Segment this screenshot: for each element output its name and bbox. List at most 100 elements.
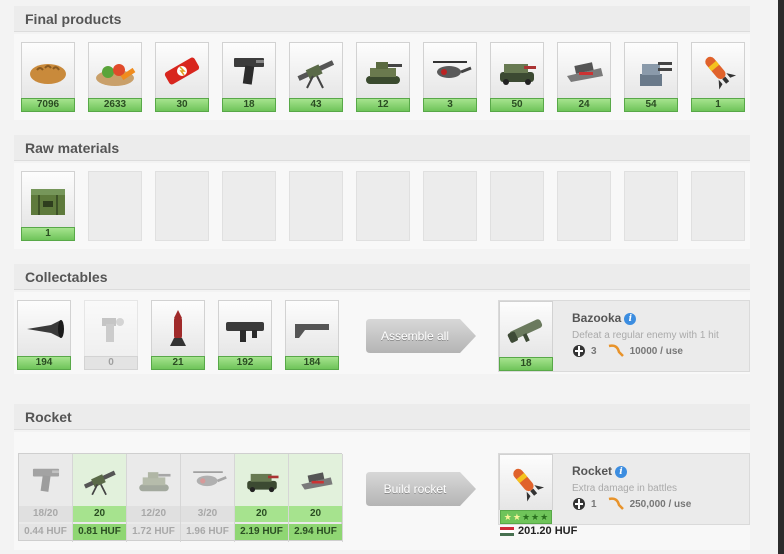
assemble-all-label: Assemble all: [380, 329, 450, 343]
bazooka-barrel-icon: [17, 300, 71, 356]
final-product-slot[interactable]: 3: [423, 42, 477, 112]
collectable-slot[interactable]: 0: [84, 300, 138, 370]
bazooka-count: 18: [499, 357, 553, 371]
final-product-slot[interactable]: 7096: [21, 42, 75, 112]
bazooka-stats: 3 10000 / use: [572, 344, 683, 358]
collectable-slot[interactable]: 184: [285, 300, 339, 370]
ammo-crate-icon: [21, 171, 75, 227]
uses-icon: [573, 345, 585, 357]
item-count: 50: [490, 98, 544, 112]
item-count: 18: [222, 98, 276, 112]
bazooka-price: 10000 / use: [629, 345, 683, 357]
final-product-slot[interactable]: 43: [289, 42, 343, 112]
raw-materials-panel: 1: [14, 163, 750, 249]
raw-material-slot[interactable]: 1: [21, 171, 75, 241]
turret-icon: [624, 42, 678, 98]
item-count: 0: [84, 356, 138, 370]
bazooka-icon: [499, 301, 553, 357]
part-price: 0.44 HUF: [19, 524, 72, 540]
armored-vehicle-icon: [490, 42, 544, 98]
pistol-icon: [222, 42, 276, 98]
item-count: 194: [17, 356, 71, 370]
assemble-all-button[interactable]: Assemble all: [366, 319, 476, 353]
rocket-parts-grid: 18/20 0.44 HUF 20 0.81 HUF 12/20 1.72 HUF 3/20…: [18, 453, 343, 542]
empty-slot: [289, 171, 343, 241]
final-product-slot[interactable]: 18: [222, 42, 276, 112]
build-rocket-button[interactable]: Build rocket: [366, 472, 476, 506]
empty-slot: [624, 171, 678, 241]
item-count: 21: [151, 356, 205, 370]
tank-icon: [127, 454, 180, 506]
rocket-part-cell[interactable]: 3/20 1.96 HUF: [181, 454, 235, 542]
star-icon: ★: [521, 511, 531, 522]
item-count: 24: [557, 98, 611, 112]
energy-bar-icon: [155, 42, 209, 98]
info-icon[interactable]: i: [615, 466, 628, 478]
final-product-slot[interactable]: 12: [356, 42, 410, 112]
rocket-part-cell[interactable]: 20 2.19 HUF: [235, 454, 289, 542]
part-progress: 18/20: [19, 506, 72, 522]
info-icon[interactable]: i: [624, 313, 637, 325]
price-icon: [608, 497, 624, 510]
collectables-header: Collectables: [14, 264, 750, 290]
collectables-panel: 194 0 21 192 184 Assemble all 18 Bazooka i De…: [14, 292, 750, 374]
hungary-flag-icon: [500, 526, 514, 536]
section-title: Raw materials: [25, 140, 120, 156]
item-count: 54: [624, 98, 678, 112]
build-rocket-label: Build rocket: [383, 482, 447, 496]
part-price: 0.81 HUF: [73, 524, 126, 540]
star-icon: ★: [540, 511, 549, 522]
rocket-reward-card: ★ ★ ★ ★ ★ Rocket i Extra damage in battles 1 …: [498, 453, 750, 525]
rocket-star-rating: ★ ★ ★ ★ ★: [500, 510, 552, 524]
rocket-total-price: 201.20 HUF: [500, 525, 577, 537]
empty-slot: [423, 171, 477, 241]
final-product-slot[interactable]: 30: [155, 42, 209, 112]
item-count: 184: [285, 356, 339, 370]
item-count: 30: [155, 98, 209, 112]
bazooka-grip-icon: [84, 300, 138, 356]
item-count: 3: [423, 98, 477, 112]
item-count: 7096: [21, 98, 75, 112]
part-progress: 12/20: [127, 506, 180, 522]
bazooka-uses: 3: [591, 345, 597, 357]
star-icon: ★: [503, 511, 512, 522]
final-product-slot[interactable]: 1: [691, 42, 745, 112]
rocket-title: Rocket i: [572, 464, 628, 478]
collectable-slot[interactable]: 21: [151, 300, 205, 370]
item-count: 43: [289, 98, 343, 112]
rocket-price: 250,000 / use: [629, 498, 692, 510]
section-title: Rocket: [25, 409, 72, 425]
final-product-slot[interactable]: 50: [490, 42, 544, 112]
part-price: 2.19 HUF: [235, 524, 288, 540]
uses-icon: [573, 498, 585, 510]
armored-vehicle-icon: [235, 454, 288, 506]
final-product-slot[interactable]: 54: [624, 42, 678, 112]
part-price: 1.96 HUF: [181, 524, 234, 540]
star-icon: ★: [531, 511, 540, 522]
rocket-description: Extra damage in battles: [572, 483, 678, 494]
collectable-slot[interactable]: 192: [218, 300, 272, 370]
helicopter-icon: [423, 42, 477, 98]
part-progress: 20: [289, 506, 342, 522]
final-products-panel: 7096 2633 30 18 43 12 3 50 24 54 1: [14, 34, 750, 120]
final-product-slot[interactable]: 2633: [88, 42, 142, 112]
rocket-slot[interactable]: ★ ★ ★ ★ ★: [499, 454, 553, 524]
bazooka-stock-icon: [285, 300, 339, 356]
rocket-total-price-value: 201.20 HUF: [518, 525, 578, 537]
final-products-header: Final products: [14, 6, 750, 32]
rocket-part-cell[interactable]: 12/20 1.72 HUF: [127, 454, 181, 542]
item-count: 2633: [88, 98, 142, 112]
star-icon: ★: [512, 511, 521, 522]
window-edge: [778, 0, 784, 554]
collectable-slot[interactable]: 194: [17, 300, 71, 370]
empty-slot: [691, 171, 745, 241]
bazooka-slot[interactable]: 18: [499, 301, 553, 371]
empty-slot: [557, 171, 611, 241]
rocket-part-cell[interactable]: 18/20 0.44 HUF: [19, 454, 73, 542]
rocket-part-cell[interactable]: 20 2.94 HUF: [289, 454, 343, 542]
part-price: 1.72 HUF: [127, 524, 180, 540]
rocket-part-cell[interactable]: 20 0.81 HUF: [73, 454, 127, 542]
final-product-slot[interactable]: 24: [557, 42, 611, 112]
price-icon: [608, 344, 624, 357]
raw-materials-header: Raw materials: [14, 135, 750, 161]
